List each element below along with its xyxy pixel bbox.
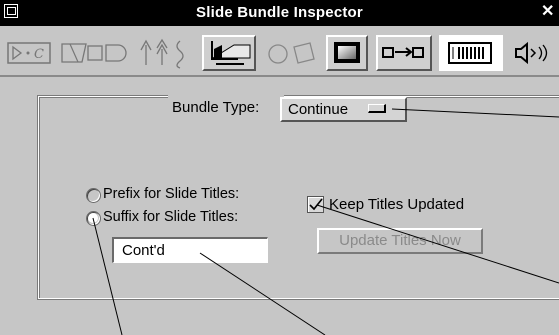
inspector-window: Slide Bundle Inspector ✕ C Bundle Type: …	[0, 0, 559, 335]
callout-line-suffix-radio	[92, 217, 123, 335]
callout-line-suffix-field	[199, 252, 326, 335]
callout-lines	[92, 108, 559, 335]
callout-line-bundle-type	[391, 108, 559, 118]
callout-line-keep-updated	[316, 204, 559, 284]
